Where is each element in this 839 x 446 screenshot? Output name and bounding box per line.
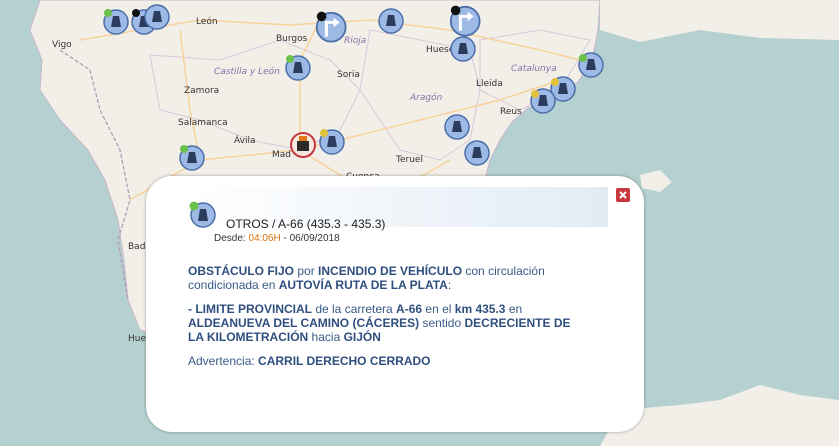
city-label-leon: León bbox=[196, 17, 218, 27]
city-label-lleida: Lleida bbox=[476, 79, 503, 89]
city-label-burgos: Burgos bbox=[276, 34, 308, 44]
city-label-salamanca: Salamanca bbox=[178, 118, 228, 128]
detour-marker-icon[interactable] bbox=[312, 8, 348, 44]
incident-cause: INCENDIO DE VEHÍCULO bbox=[318, 264, 463, 278]
close-icon[interactable] bbox=[616, 188, 630, 202]
incident-marker-icon[interactable] bbox=[528, 86, 558, 116]
incident-marker-icon[interactable] bbox=[576, 50, 606, 80]
city-label-vigo: Vigo bbox=[52, 40, 72, 50]
popup-date: Desde: 04:06H - 06/09/2018 bbox=[214, 233, 340, 244]
incident-marker-icon[interactable] bbox=[142, 2, 172, 32]
city-label-huelva: Hue bbox=[128, 334, 147, 344]
region-label-catalunya: Catalunya bbox=[511, 64, 557, 74]
text: en bbox=[505, 302, 523, 316]
warning-label: Advertencia: bbox=[188, 354, 259, 368]
location-type: - LIMITE PROVINCIAL bbox=[188, 302, 312, 316]
incident-marker-icon[interactable] bbox=[376, 6, 406, 36]
incident-marker-icon[interactable] bbox=[176, 142, 206, 172]
incident-marker-icon[interactable] bbox=[282, 52, 312, 82]
text: de la carretera bbox=[312, 302, 397, 316]
city-label-zamora: Zamora bbox=[184, 86, 220, 96]
city-label-reus: Reus bbox=[500, 107, 522, 117]
text: sentido bbox=[419, 316, 465, 330]
detour-marker-icon[interactable] bbox=[446, 2, 482, 38]
incident-location: - LIMITE PROVINCIAL de la carretera A-66… bbox=[188, 302, 588, 344]
city-label-avila: Ávila bbox=[234, 136, 256, 146]
warning-value: CARRIL DERECHO CERRADO bbox=[258, 354, 431, 368]
since-label: Desde: bbox=[214, 233, 249, 244]
date-separator: - bbox=[280, 233, 290, 244]
region-label-castilla-leon: Castilla y León bbox=[214, 67, 280, 77]
incident-marker-icon[interactable] bbox=[100, 6, 130, 36]
city-label-teruel: Teruel bbox=[396, 155, 423, 165]
incident-time: 04:06H bbox=[248, 233, 281, 244]
destination: GIJÓN bbox=[343, 330, 381, 344]
incident-summary: OBSTÁCULO FIJO por INCENDIO DE VEHÍCULO … bbox=[188, 264, 588, 292]
incident-type: OBSTÁCULO FIJO bbox=[188, 264, 295, 278]
incident-category: OTROS bbox=[226, 217, 269, 231]
incident-warning: Advertencia: CARRIL DERECHO CERRADO bbox=[188, 354, 588, 368]
region-label-aragon: Aragón bbox=[410, 93, 443, 103]
text: hacia bbox=[308, 330, 344, 344]
incident-marker-icon[interactable] bbox=[316, 126, 346, 156]
incident-marker-icon[interactable] bbox=[448, 34, 478, 64]
text: en el bbox=[422, 302, 455, 316]
place-name: ALDEANUEVA DEL CAMINO (CÁCERES) bbox=[188, 316, 420, 330]
road-range: A-66 (435.3 - 435.3) bbox=[278, 217, 386, 231]
kilometer-point: km 435.3 bbox=[454, 302, 506, 316]
roadworks-marker-icon[interactable] bbox=[288, 130, 318, 160]
road-code: A-66 bbox=[396, 302, 423, 316]
incident-date: 06/09/2018 bbox=[289, 233, 340, 244]
road-name: AUTOVÍA RUTA DE LA PLATA bbox=[278, 278, 448, 292]
city-label-soria: Soria bbox=[337, 70, 360, 80]
text: por bbox=[294, 264, 319, 278]
title-separator: / bbox=[268, 217, 279, 231]
incident-type-icon bbox=[189, 201, 216, 228]
incident-marker-icon[interactable] bbox=[462, 138, 492, 168]
text: : bbox=[447, 278, 452, 292]
popup-title: OTROS / A-66 (435.3 - 435.3) bbox=[226, 217, 385, 231]
popup-body: OBSTÁCULO FIJO por INCENDIO DE VEHÍCULO … bbox=[188, 264, 588, 378]
